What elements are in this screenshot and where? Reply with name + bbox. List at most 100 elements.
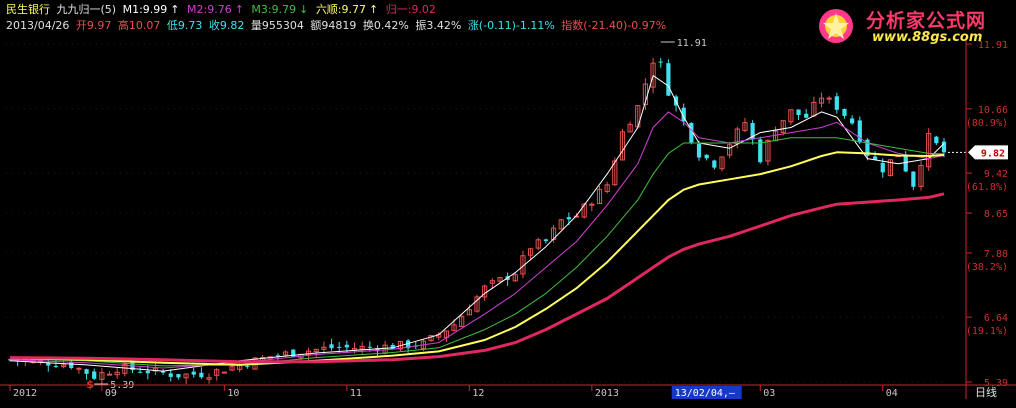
y-tick-pct: (19.1%)	[966, 326, 1008, 337]
candle-body	[245, 365, 250, 367]
candle[interactable]	[199, 367, 204, 379]
indicator-name[interactable]: 九九归一(5)	[57, 3, 117, 16]
candle[interactable]	[872, 151, 878, 161]
candle[interactable]	[99, 367, 105, 384]
x-tick-label: 2013	[595, 388, 619, 399]
candle[interactable]	[214, 368, 220, 381]
candle[interactable]	[329, 338, 334, 351]
candle-body	[367, 346, 372, 348]
candle[interactable]	[857, 116, 862, 145]
candle[interactable]	[772, 126, 779, 142]
candle[interactable]	[145, 365, 150, 380]
candle[interactable]	[666, 59, 671, 97]
liushun-value: 六顺:9.77	[315, 3, 367, 16]
x-tick-label: 09	[105, 388, 117, 399]
candle-body	[275, 355, 281, 357]
candle-body	[76, 367, 82, 370]
candle[interactable]	[758, 136, 763, 164]
candle[interactable]	[818, 92, 825, 108]
candlestick-chart: 11.915.39$9.82 11.91 10.66 (80.9%) 9.42 (61.…	[0, 38, 1016, 399]
candle-body	[826, 97, 832, 100]
candle[interactable]	[106, 371, 113, 376]
candle[interactable]	[788, 109, 794, 125]
candle[interactable]	[842, 108, 847, 119]
candle[interactable]	[911, 171, 916, 190]
stock-name[interactable]: 民生银行	[6, 3, 50, 16]
y-tick-label: 6.64	[984, 313, 1008, 324]
candle[interactable]	[811, 96, 817, 118]
candle-body	[850, 118, 855, 124]
candle[interactable]	[474, 294, 480, 313]
candle[interactable]	[558, 219, 564, 230]
candle[interactable]	[712, 159, 717, 170]
candle[interactable]	[321, 341, 327, 354]
candle-body	[106, 373, 113, 376]
candle[interactable]	[382, 340, 388, 355]
candle[interactable]	[161, 369, 166, 375]
candle-body	[191, 371, 196, 375]
candle[interactable]	[183, 373, 189, 384]
y-tick-pct: (80.9%)	[966, 118, 1008, 129]
low-price: 低9.73	[166, 19, 203, 32]
candle-body	[666, 63, 671, 96]
candle[interactable]	[535, 237, 541, 251]
candle[interactable]	[176, 373, 181, 380]
candle[interactable]	[704, 154, 709, 161]
candle-body	[941, 141, 947, 153]
candle[interactable]	[76, 367, 82, 374]
candle-body	[337, 346, 342, 348]
date-axis[interactable]: 2012 09 10 11 12 2013 03 04 13/02/04,— 日线	[0, 384, 1016, 399]
candle[interactable]	[804, 109, 809, 119]
candle[interactable]	[604, 181, 610, 194]
candle[interactable]	[428, 335, 434, 342]
y-tick-label: 9.42	[984, 169, 1008, 180]
m3-value: M3:9.79	[251, 3, 297, 16]
candle[interactable]	[796, 109, 801, 120]
candle-body	[589, 203, 595, 206]
candle-body	[176, 374, 181, 378]
candle[interactable]	[918, 161, 924, 191]
series-line-归一	[9, 192, 945, 364]
candle[interactable]	[191, 367, 196, 378]
candle[interactable]	[834, 92, 839, 114]
candle[interactable]	[658, 58, 663, 68]
candle[interactable]	[765, 139, 771, 166]
candle[interactable]	[122, 361, 128, 377]
candle[interactable]	[727, 141, 733, 159]
candle-group[interactable]	[7, 57, 947, 384]
candle[interactable]	[114, 367, 120, 379]
candle[interactable]	[719, 156, 725, 172]
candle[interactable]	[589, 202, 595, 212]
candle[interactable]	[826, 95, 832, 104]
candle-body	[796, 109, 801, 116]
candle[interactable]	[696, 140, 702, 161]
x-tick-label: 12	[472, 388, 484, 399]
candle[interactable]	[750, 120, 755, 145]
candle[interactable]	[443, 330, 449, 343]
candle[interactable]	[850, 115, 855, 125]
candle[interactable]	[673, 94, 679, 112]
candle[interactable]	[138, 367, 143, 374]
candle[interactable]	[221, 371, 227, 374]
y-tick-pct: (61.8%)	[966, 182, 1008, 193]
candle[interactable]	[168, 369, 173, 382]
candle[interactable]	[359, 341, 365, 354]
x-tick-label: 03	[763, 388, 775, 399]
candle[interactable]	[619, 128, 626, 161]
series-line-M1	[9, 75, 945, 372]
candle[interactable]	[934, 135, 939, 146]
candle-body	[934, 136, 939, 144]
candle[interactable]	[742, 117, 748, 133]
candle[interactable]	[780, 120, 786, 136]
series-line-M3	[9, 137, 945, 367]
indicator-header: 民生银行 九九归一(5) M1:9.99 ↑ M2:9.76 ↑ M3:9.79 ↓ …	[6, 3, 439, 16]
annotation-label: 11.91	[677, 38, 707, 49]
site-logo[interactable]: 分析家公式网 www.88gs.com	[810, 4, 1010, 48]
logo-title: 分析家公式网	[866, 10, 987, 32]
y-tick-pct: (38.2%)	[966, 262, 1008, 273]
candle[interactable]	[926, 128, 932, 171]
candle-body	[145, 370, 150, 374]
candle[interactable]	[596, 185, 603, 205]
candle[interactable]	[627, 121, 633, 133]
candle[interactable]	[543, 238, 549, 244]
